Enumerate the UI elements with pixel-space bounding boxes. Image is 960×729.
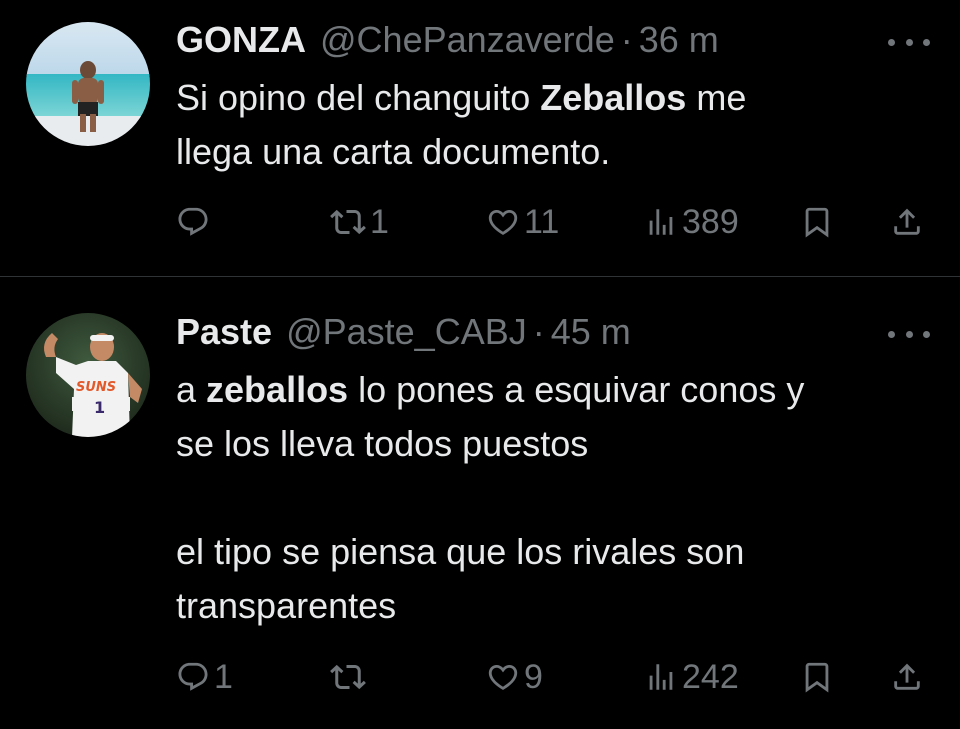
tweet-text: Si opino del changuito Zeballos me llega …	[176, 71, 936, 179]
timestamp[interactable]: 36 m	[639, 18, 719, 62]
text-segment: a	[176, 369, 207, 410]
retweet-icon	[330, 664, 366, 690]
tweet[interactable]: SUNS 1 Paste @Paste_CABJ · 45 m a zeball…	[0, 277, 960, 729]
tweet-text: a zeballos lo pones a esquivar conos y se…	[176, 363, 936, 633]
reply-icon	[178, 662, 208, 691]
separator-dot: ·	[532, 311, 545, 352]
like-button[interactable]: 11	[486, 200, 559, 244]
bookmark-icon	[805, 207, 829, 238]
share-button[interactable]	[890, 200, 924, 244]
retweet-count: 1	[370, 202, 389, 241]
user-handle[interactable]: @ChePanzaverde	[320, 18, 615, 62]
action-bar: 1 11 389	[0, 200, 960, 244]
views-count: 389	[682, 202, 739, 241]
tweet-text-line: el tipo se piensa que los rivales son	[176, 525, 936, 579]
retweet-icon	[330, 209, 366, 235]
display-name[interactable]: Paste	[176, 310, 272, 354]
mention-bold: zeballos	[206, 369, 349, 410]
text-segment: me	[686, 77, 747, 118]
bookmark-icon	[805, 662, 829, 693]
text-segment: llega una carta documento.	[176, 131, 611, 172]
timestamp[interactable]: 45 m	[551, 310, 631, 354]
share-icon	[894, 663, 920, 690]
more-icon[interactable]	[888, 326, 930, 342]
bookmark-button[interactable]	[800, 200, 834, 244]
views-button[interactable]: 389	[644, 200, 739, 244]
text-segment: el tipo se piensa que los rivales son	[176, 531, 745, 572]
mention-bold: Zeballos	[540, 77, 687, 118]
tweet-text-line: llega una carta documento.	[176, 125, 936, 179]
retweet-button[interactable]: 1	[330, 200, 389, 244]
heart-icon	[488, 209, 518, 235]
like-count: 9	[524, 657, 543, 696]
tweet-text-line: se los lleva todos puestos	[176, 417, 936, 471]
text-segment: Si opino del changuito	[176, 77, 541, 118]
tweet-text-line	[176, 471, 936, 525]
action-bar: 1 9 242	[0, 655, 960, 699]
user-handle[interactable]: @Paste_CABJ	[286, 310, 527, 354]
views-count: 242	[682, 657, 739, 696]
avatar-image: SUNS 1	[26, 313, 150, 437]
reply-button[interactable]	[176, 200, 214, 244]
tweet-text-line: a zeballos lo pones a esquivar conos y	[176, 363, 936, 417]
avatar[interactable]	[26, 22, 150, 146]
share-button[interactable]	[890, 655, 924, 699]
svg-text:SUNS: SUNS	[76, 380, 116, 395]
like-count: 11	[524, 202, 560, 241]
tweet-text-line: transparentes	[176, 579, 936, 633]
bookmark-button[interactable]	[800, 655, 834, 699]
heart-icon	[488, 664, 518, 690]
share-icon	[894, 208, 920, 235]
text-segment: lo pones a esquivar conos y	[348, 369, 805, 410]
text-segment: transparentes	[176, 585, 397, 626]
like-button[interactable]: 9	[486, 655, 543, 699]
views-button[interactable]: 242	[644, 655, 739, 699]
retweet-button[interactable]	[330, 655, 370, 699]
text-segment: se los lleva todos puestos	[176, 423, 589, 464]
tweet[interactable]: GONZA @ChePanzaverde · 36 m Si opino del…	[0, 0, 960, 276]
views-icon	[649, 664, 673, 690]
more-icon[interactable]	[888, 34, 930, 50]
views-icon	[649, 209, 673, 235]
tweet-header: Paste @Paste_CABJ · 45 m	[176, 310, 631, 354]
avatar-image	[26, 22, 150, 146]
reply-count: 1	[214, 657, 233, 696]
separator-dot: ·	[620, 19, 633, 60]
tweet-header: GONZA @ChePanzaverde · 36 m	[176, 18, 719, 62]
svg-text:1: 1	[94, 398, 105, 417]
tweet-text-line: Si opino del changuito Zeballos me	[176, 71, 936, 125]
display-name[interactable]: GONZA	[176, 18, 306, 62]
reply-icon	[178, 207, 208, 236]
reply-button[interactable]: 1	[176, 655, 233, 699]
avatar[interactable]: SUNS 1	[26, 313, 150, 437]
